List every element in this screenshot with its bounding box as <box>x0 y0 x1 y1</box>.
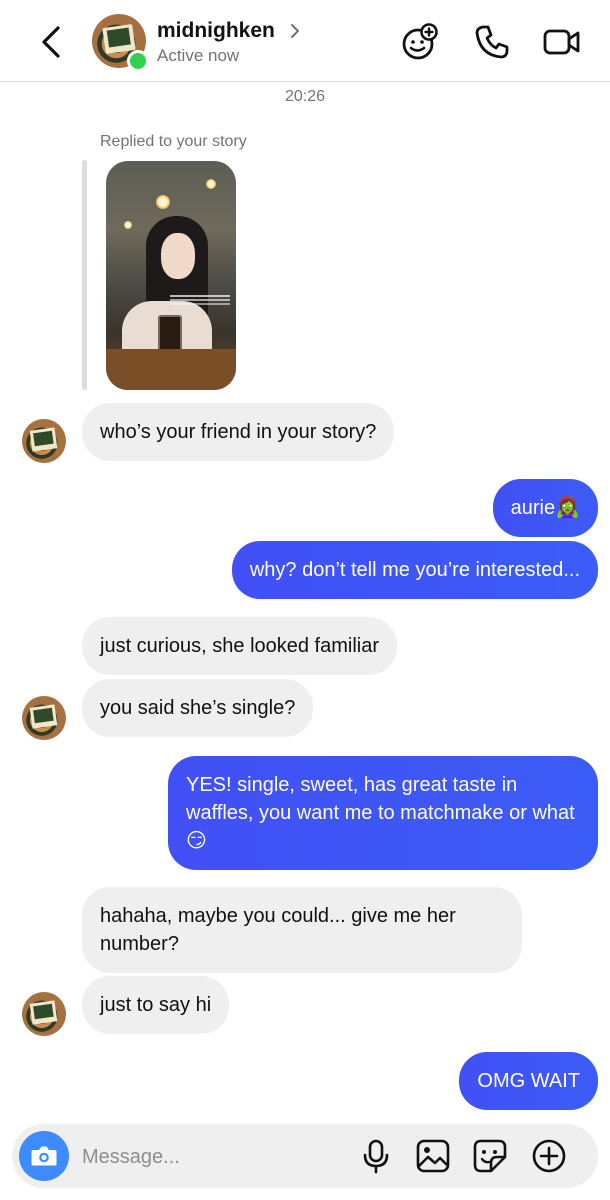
phone-icon[interactable] <box>472 22 512 62</box>
outgoing-message[interactable]: OMG WAIT <box>459 1052 598 1110</box>
plus-icon[interactable] <box>530 1137 568 1175</box>
outgoing-message[interactable]: aurie🧟‍♀️ <box>492 479 598 537</box>
incoming-message[interactable]: just to say hi <box>82 976 230 1034</box>
message-timestamp: 20:26 <box>284 88 326 105</box>
message-input[interactable] <box>82 1142 332 1172</box>
sender-avatar[interactable] <box>22 992 66 1036</box>
incoming-message[interactable]: just curious, she looked familiar <box>82 617 398 675</box>
sender-avatar[interactable] <box>22 419 66 463</box>
effects-face-icon[interactable] <box>400 22 440 62</box>
online-status-dot <box>127 50 149 72</box>
incoming-message[interactable]: who’s your friend in your story? <box>82 403 395 461</box>
outgoing-message[interactable]: why? don’t tell me you’re interested... <box>231 541 598 599</box>
video-camera-icon[interactable] <box>542 22 582 62</box>
camera-icon[interactable] <box>19 1131 69 1181</box>
gallery-icon[interactable] <box>414 1137 452 1175</box>
microphone-icon[interactable] <box>357 1137 395 1175</box>
sender-avatar[interactable] <box>22 696 66 740</box>
outgoing-message[interactable]: YES! single, sweet, has great taste in w… <box>168 756 598 870</box>
story-reply-caption: Replied to your story <box>100 133 247 150</box>
dm-thread-screen: midnighken Active now 20:26 Replied to y… <box>0 0 610 1200</box>
back-arrow-icon[interactable] <box>34 22 70 62</box>
message-composer <box>12 1124 598 1188</box>
contact-status: Active now <box>157 46 240 65</box>
contact-username[interactable]: midnighken <box>157 19 275 43</box>
sticker-icon[interactable] <box>471 1137 509 1175</box>
chat-header: midnighken Active now <box>0 0 610 82</box>
incoming-message[interactable]: hahaha, maybe you could... give me her n… <box>82 887 522 973</box>
chevron-right-icon[interactable] <box>288 22 302 40</box>
reply-indicator-bar <box>82 160 87 390</box>
incoming-message[interactable]: you said she’s single? <box>82 679 314 737</box>
story-thumbnail[interactable] <box>106 161 236 390</box>
